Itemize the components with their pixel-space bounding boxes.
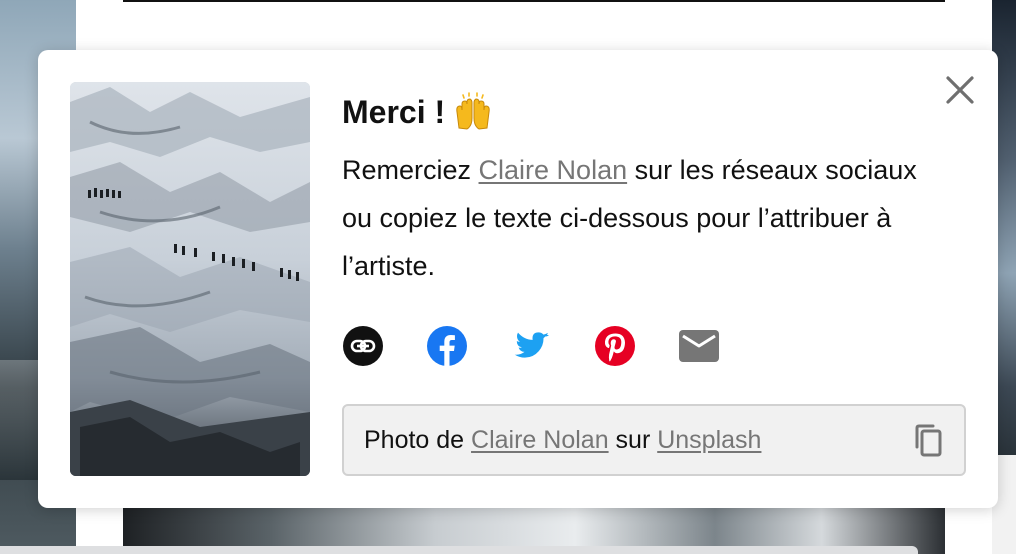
background-divider — [123, 0, 945, 2]
modal-title: Merci ! — [342, 88, 962, 136]
credit-prefix: Photo de — [364, 425, 472, 454]
modal-content: Merci ! Remerciez Claire Nolan sur les r… — [342, 88, 962, 290]
author-link[interactable]: Claire Nolan — [479, 155, 628, 185]
copy-link-button[interactable] — [342, 325, 384, 367]
credit-text: Photo de Claire Nolan sur Unsplash — [364, 426, 761, 455]
mail-icon — [679, 330, 719, 362]
thank-you-modal: Merci ! Remerciez Claire Nolan sur les r… — [38, 50, 998, 508]
pinterest-share-button[interactable] — [594, 325, 636, 367]
raising-hands-icon — [453, 92, 493, 132]
modal-description: Remerciez Claire Nolan sur les réseaux s… — [342, 146, 942, 290]
description-text-start: Remerciez — [342, 155, 479, 185]
link-icon — [343, 326, 383, 366]
pinterest-icon — [595, 326, 635, 366]
unsplash-link[interactable]: Unsplash — [657, 426, 761, 454]
background-scrollbar — [0, 546, 918, 554]
facebook-icon — [427, 326, 467, 366]
twitter-icon — [514, 332, 549, 358]
share-buttons — [342, 325, 762, 367]
facebook-share-button[interactable] — [426, 325, 468, 367]
credit-author-link[interactable]: Claire Nolan — [471, 426, 609, 454]
copy-credit-button[interactable] — [910, 422, 946, 458]
photo-thumbnail — [70, 82, 310, 476]
copy-icon — [915, 424, 942, 457]
email-share-button[interactable] — [678, 325, 720, 367]
title-text: Merci ! — [342, 94, 446, 130]
credit-middle: sur — [608, 425, 658, 454]
credit-text-box: Photo de Claire Nolan sur Unsplash — [342, 404, 966, 476]
twitter-share-button[interactable] — [510, 325, 552, 367]
